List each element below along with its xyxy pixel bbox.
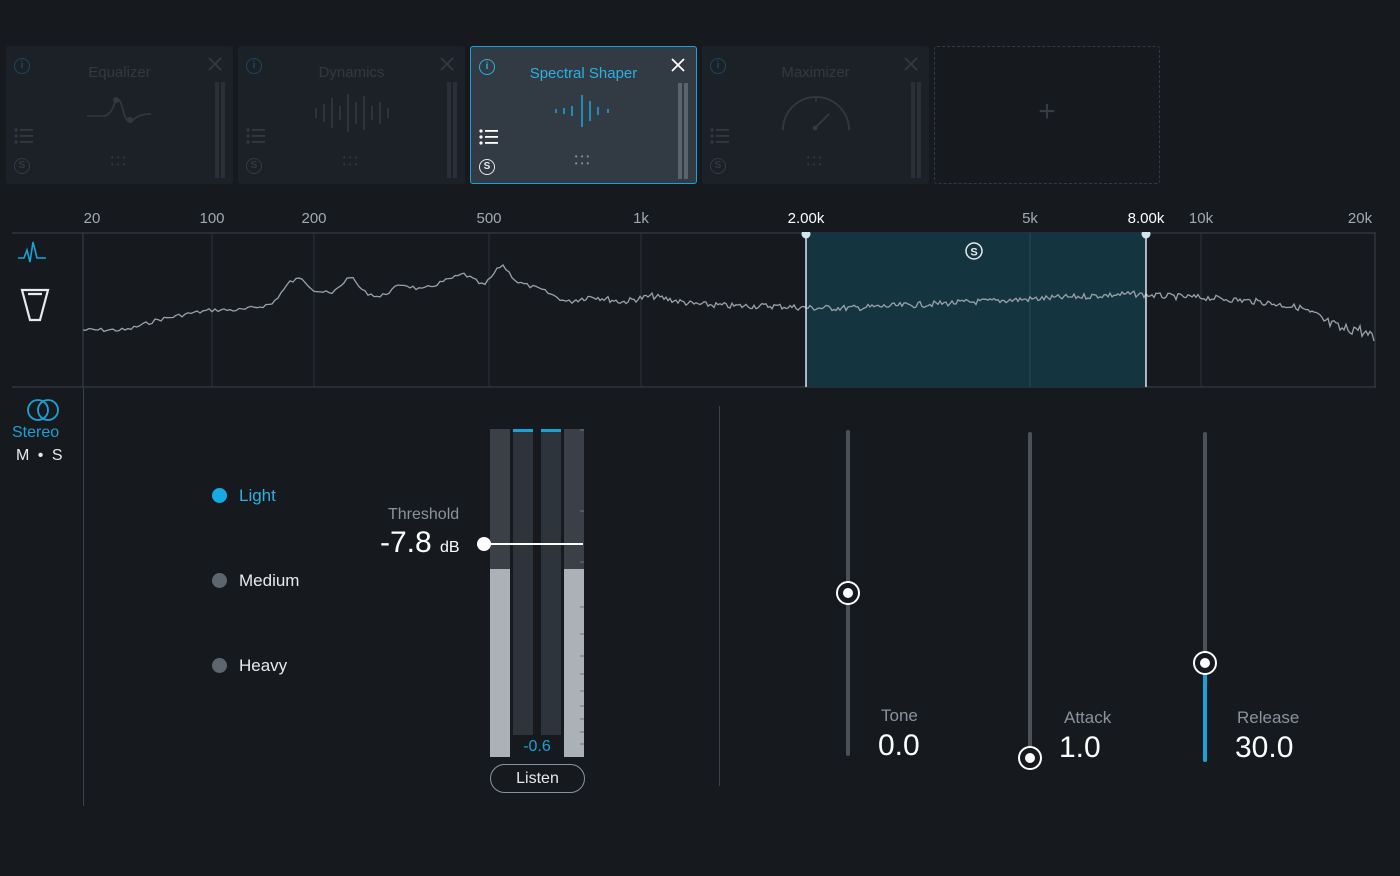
mode-light-label: Light [239,486,276,505]
thumb-center [843,588,853,598]
gain-reduction-left-level [513,429,533,432]
close-icon[interactable] [903,56,919,72]
listen-button[interactable]: Listen [490,764,585,793]
gauge-icon [781,96,850,131]
dynamics-bars-icon [314,94,389,132]
spectrum-display[interactable]: S [12,232,1378,392]
stereo-mode-label[interactable]: Stereo [12,424,59,442]
thumb-center [1200,658,1210,668]
module-maximizer[interactable]: i Maximizer S ••• ••• [702,46,929,184]
module-meter-right [684,83,688,179]
left-rail-divider [83,388,84,806]
tone-label: Tone [881,706,918,725]
threshold-unit: dB [440,539,460,556]
spectrum-curve [82,264,1375,342]
attack-slider-track[interactable] [1028,432,1032,758]
threshold-value[interactable]: -7.8 [380,526,432,560]
thumb-center [1025,753,1035,763]
release-label: Release [1237,708,1300,727]
module-meter-left [215,82,219,178]
drag-handle-icon[interactable]: ••• ••• [238,154,465,169]
module-meter-left [678,83,682,179]
close-icon[interactable] [207,56,223,72]
gain-reduction-readout: -0.6 [523,738,551,755]
drag-handle-icon[interactable]: ••• ••• [6,154,233,169]
list-icon[interactable] [14,128,34,144]
attack-value[interactable]: 1.0 [1059,731,1101,765]
freq-tick-20: 20 [83,210,101,227]
band-low-frequency-label[interactable]: 2.00k [788,210,825,227]
freq-tick-500: 500 [476,210,502,227]
gain-reduction-meter-right [541,429,561,735]
module-meter-right [221,82,225,178]
freq-tick-200: 200 [301,210,327,227]
list-icon[interactable] [710,128,730,144]
list-icon[interactable] [246,128,266,144]
freq-tick-1k: 1k [633,210,649,227]
spectral-bars-icon [554,95,609,127]
section-divider [719,406,720,786]
attack-label: Attack [1064,708,1112,727]
mid-side-toggle[interactable]: M • S [16,447,63,465]
mode-heavy-label: Heavy [239,656,288,675]
list-icon[interactable] [479,129,499,145]
threshold-handle[interactable] [477,537,491,551]
close-icon[interactable] [439,56,455,72]
module-meter-right [917,82,921,178]
threshold-label: Threshold [388,506,460,523]
input-meter-left-level [490,569,510,757]
band-solo-letter: S [970,247,977,259]
radio-dot [212,658,227,673]
module-dynamics[interactable]: i Dynamics S ••• ••• [238,46,465,184]
close-icon[interactable] [670,57,686,73]
mode-medium-label: Medium [239,571,300,590]
freq-tick-100: 100 [199,210,225,227]
radio-dot [212,573,227,588]
drag-handle-icon[interactable]: ••• ••• [471,153,696,168]
release-value[interactable]: 30.0 [1235,731,1293,765]
threshold-line [484,543,583,545]
band-high-frequency-label[interactable]: 8.00k [1128,210,1165,227]
gain-reduction-right-level [541,429,561,432]
radio-dot [212,488,227,503]
release-slider-thumb[interactable] [1193,651,1217,675]
filter-shape-icon [20,288,50,322]
gain-reduction-meter-left [513,429,533,735]
stereo-link-icon[interactable] [26,398,60,422]
module-meter-right [453,82,457,178]
module-meter-left [911,82,915,178]
module-spectral-shaper[interactable]: i Spectral Shaper S ••• ••• [470,46,697,184]
release-slider-fill [1203,663,1207,762]
eq-curve-icon [86,97,151,123]
module-equalizer[interactable]: i Equalizer S ••• ••• [6,46,233,184]
meter-scale-ticks [580,429,584,745]
freq-tick-10k: 10k [1188,210,1214,227]
plus-icon: + [1038,95,1056,128]
module-title: Dynamics [318,64,385,81]
drag-handle-icon[interactable]: ••• ••• [702,154,929,169]
tone-value[interactable]: 0.0 [878,729,920,763]
freq-tick-20k: 20k [1347,210,1373,227]
add-module-slot[interactable]: + [934,46,1160,184]
module-title: Maximizer [781,64,850,81]
module-title: Spectral Shaper [529,65,638,82]
module-title: Equalizer [88,64,151,81]
spectrum-view-icon [18,241,46,263]
attack-slider-thumb[interactable] [1018,746,1042,770]
freq-tick-5k: 5k [1022,210,1038,227]
tone-slider-thumb[interactable] [836,581,860,605]
module-meter-left [447,82,451,178]
